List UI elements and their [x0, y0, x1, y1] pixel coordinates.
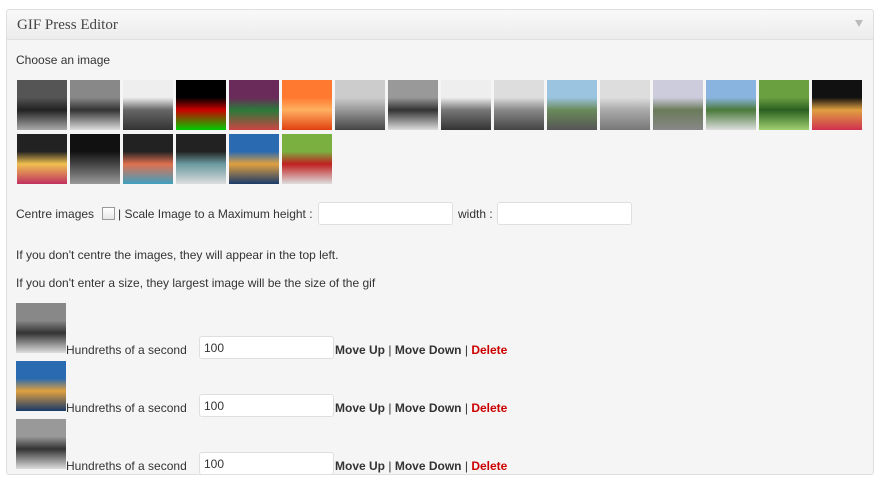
move-up-link[interactable]: Move Up — [335, 343, 385, 357]
image-thumb-graffiti-1[interactable] — [812, 80, 862, 130]
panel-header[interactable]: GIF Press Editor — [7, 10, 873, 40]
image-thumb-bw-building[interactable] — [123, 80, 173, 130]
choose-image-label: Choose an image — [16, 53, 111, 67]
max-height-input[interactable] — [318, 202, 453, 225]
image-thumb-flowers-color[interactable] — [229, 80, 279, 130]
options-row: Centre images | Scale Image to a Maximum… — [16, 201, 868, 225]
frame-delay-input[interactable] — [199, 452, 334, 475]
separator: | — [464, 401, 468, 415]
frame-delay-label: Hundreths of a second — [66, 459, 187, 473]
separator: | — [464, 459, 468, 473]
separator: | — [464, 343, 468, 357]
frame-actions: Move Up | Move Down | Delete — [335, 343, 507, 357]
centre-images-label: Centre images — [16, 207, 95, 221]
separator: | — [388, 343, 392, 357]
frame-row: Hundreths of a second Move Up | Move Down… — [16, 303, 868, 359]
image-thumb-bw-road[interactable] — [494, 80, 544, 130]
move-down-link[interactable]: Move Down — [395, 401, 462, 415]
image-thumb-orange-sun[interactable] — [282, 80, 332, 130]
gif-press-editor-panel: GIF Press Editor Choose an image Centre … — [6, 9, 874, 475]
image-thumb-graffiti-2[interactable] — [17, 134, 67, 184]
image-thumb-railway[interactable] — [653, 80, 703, 130]
size-info-text: If you don't enter a size, they largest … — [16, 276, 376, 290]
image-thumb-bw-palm-house[interactable] — [70, 80, 120, 130]
frame-thumbnail — [16, 361, 66, 411]
image-thumb-graffiti-3[interactable] — [123, 134, 173, 184]
image-thumb-library-congress[interactable] — [176, 134, 226, 184]
move-up-link[interactable]: Move Up — [335, 459, 385, 473]
frame-thumbnail — [16, 303, 66, 353]
delete-link[interactable]: Delete — [471, 343, 507, 357]
image-thumb-bw-tree-house[interactable] — [17, 80, 67, 130]
frame-delay-label: Hundreths of a second — [66, 401, 187, 415]
image-thumb-bw-trees[interactable] — [441, 80, 491, 130]
frame-actions: Move Up | Move Down | Delete — [335, 459, 507, 473]
collapse-toggle-icon[interactable] — [855, 20, 863, 27]
frame-actions: Move Up | Move Down | Delete — [335, 401, 507, 415]
image-thumb-billboard-dark[interactable] — [70, 134, 120, 184]
image-thumb-blossom-tree[interactable] — [600, 80, 650, 130]
max-width-input[interactable] — [497, 202, 632, 225]
image-thumb-mural-color[interactable] — [229, 134, 279, 184]
image-thumb-rock-state-university[interactable] — [176, 80, 226, 130]
image-thumb-person-red[interactable] — [282, 134, 332, 184]
image-thumb-bw-car[interactable] — [335, 80, 385, 130]
move-up-link[interactable]: Move Up — [335, 401, 385, 415]
move-down-link[interactable]: Move Down — [395, 459, 462, 473]
image-thumb-monument[interactable] — [706, 80, 756, 130]
frame-delay-label: Hundreths of a second — [66, 343, 187, 357]
centre-info-text: If you don't centre the images, they wil… — [16, 248, 339, 262]
delete-link[interactable]: Delete — [471, 459, 507, 473]
frame-row: Hundreths of a second Move Up | Move Down… — [16, 361, 868, 417]
separator: | — [388, 459, 392, 473]
scale-height-label: | Scale Image to a Maximum height : — [118, 207, 313, 221]
width-label: width : — [458, 207, 493, 221]
move-down-link[interactable]: Move Down — [395, 343, 462, 357]
separator: | — [388, 401, 392, 415]
centre-images-checkbox[interactable] — [102, 207, 115, 220]
image-thumb-bw-street[interactable] — [388, 80, 438, 130]
panel-title: GIF Press Editor — [17, 17, 118, 33]
frame-row: Hundreths of a second Move Up | Move Down… — [16, 419, 868, 475]
image-thumb-highway-color[interactable] — [547, 80, 597, 130]
frame-thumbnail — [16, 419, 66, 469]
frame-delay-input[interactable] — [199, 336, 334, 359]
image-thumb-green-leaves[interactable] — [759, 80, 809, 130]
delete-link[interactable]: Delete — [471, 401, 507, 415]
frame-delay-input[interactable] — [199, 394, 334, 417]
